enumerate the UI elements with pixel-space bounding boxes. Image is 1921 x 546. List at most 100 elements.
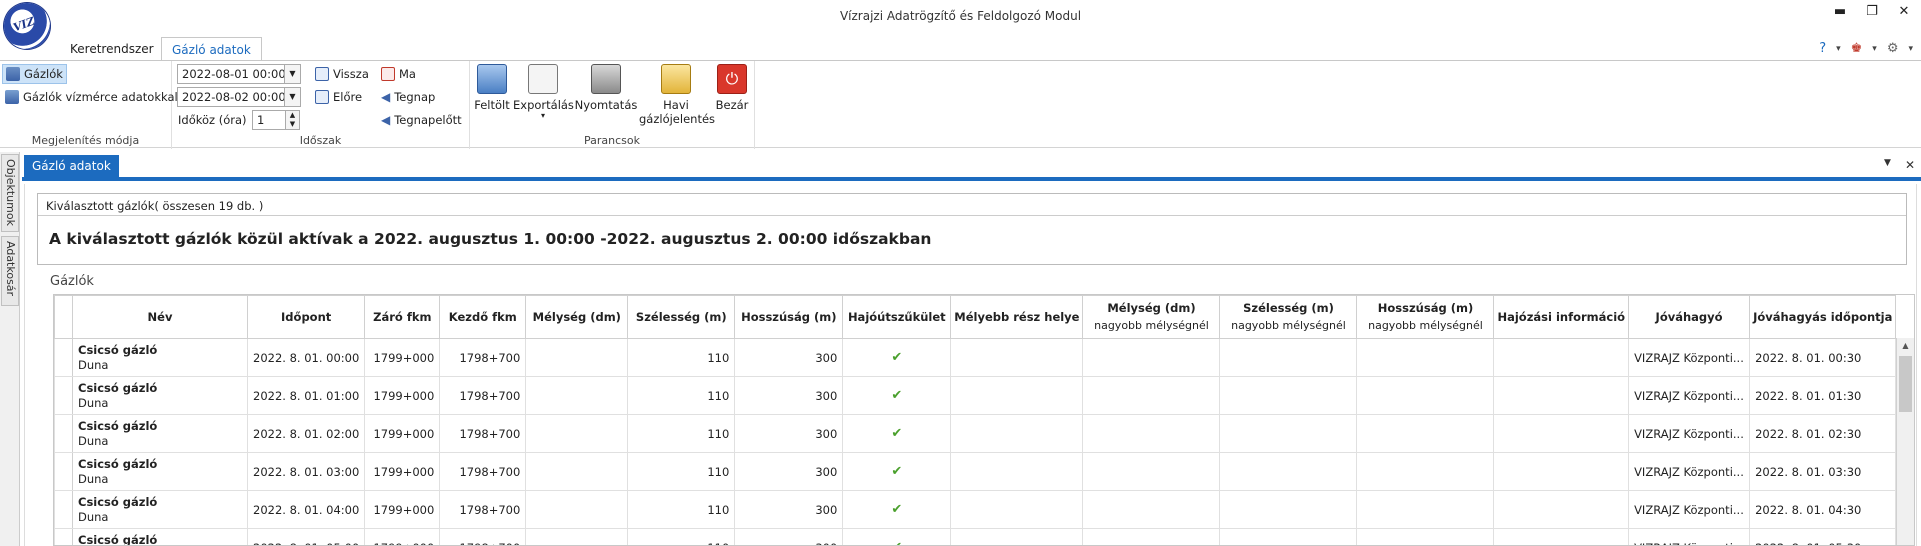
table-row[interactable]: Csicsó gázló Duna 2022. 8. 01. 00:00 1799+0… bbox=[54, 338, 1897, 377]
checkmark-icon: ✔ bbox=[891, 350, 903, 365]
tab-gazlo-adatok[interactable]: Gázló adatok bbox=[161, 37, 262, 61]
document-menu-icon[interactable]: ▼ bbox=[1884, 158, 1891, 172]
app-logo-icon: VIZ bbox=[4, 3, 50, 49]
ribbon: Gázlók Gázlók vízmérce adatokkal Megjele… bbox=[0, 60, 1921, 149]
export-button[interactable]: Exportálás ▾ bbox=[513, 64, 574, 120]
gazlok-button[interactable]: Gázlók bbox=[2, 64, 67, 84]
chevron-down-icon[interactable]: ▼ bbox=[284, 65, 300, 83]
day-before-yesterday-button[interactable]: ◀ Tegnapelőtt bbox=[378, 110, 465, 130]
close-module-button[interactable]: ⏻ Bezár bbox=[713, 64, 751, 112]
group-periods: 2022-08-01 00:00 ▼ 2022-08-02 00:00 ▼ Id… bbox=[172, 61, 470, 149]
table-row[interactable]: Csicsó gázló Duna 2022. 8. 01. 01:00 1799+0… bbox=[54, 376, 1897, 415]
cell-szelesseg: 110 bbox=[627, 414, 736, 453]
date-from-picker[interactable]: 2022-08-01 00:00 ▼ bbox=[177, 64, 301, 84]
date-to-picker[interactable]: 2022-08-02 00:00 ▼ bbox=[177, 87, 301, 107]
column-header[interactable]: Hajóútszűkület bbox=[842, 295, 952, 339]
cell-melyseg-nagyobb bbox=[1082, 528, 1221, 545]
side-tab-adatkosar[interactable]: Adatkosár bbox=[1, 236, 19, 306]
selection-heading: A kiválasztott gázlók közül aktívak a 20… bbox=[49, 230, 932, 248]
scrollbar-thumb[interactable] bbox=[1899, 356, 1912, 412]
stepper-arrows-icon[interactable]: ▲ ▼ bbox=[285, 111, 299, 129]
cell-melyebb-resz bbox=[950, 452, 1084, 491]
column-header[interactable]: Hosszúság (m) bbox=[734, 295, 844, 339]
arrow-right-icon bbox=[315, 90, 329, 104]
cell-szelesseg-nagyobb bbox=[1219, 338, 1358, 377]
column-header[interactable]: Kezdő fkm bbox=[439, 295, 527, 339]
close-document-icon[interactable]: ✕ bbox=[1905, 158, 1915, 172]
selection-caption: Kiválasztott gázlók( összesen 19 db. ) bbox=[38, 194, 1906, 216]
cell-kezdo-fkm: 1798+700 bbox=[439, 414, 527, 453]
column-header[interactable]: Hosszúság (m) nagyobb mélységnél bbox=[1356, 295, 1495, 339]
yesterday-button[interactable]: ◀ Tegnap bbox=[378, 87, 438, 107]
column-header[interactable]: Mélység (dm) bbox=[525, 295, 629, 339]
column-header[interactable]: Hajózási információ bbox=[1493, 295, 1630, 339]
monthly-report-button[interactable]: Havi gázlójelentés bbox=[639, 64, 715, 126]
cell-kezdo-fkm: 1798+700 bbox=[439, 338, 527, 377]
today-button[interactable]: Ma bbox=[378, 64, 419, 84]
back-button[interactable]: Vissza bbox=[312, 64, 372, 84]
gazlo-grid[interactable]: Név Időpont Záró fkm Kezdő fkm Mélység (… bbox=[53, 294, 1915, 546]
document-export-icon bbox=[528, 64, 558, 94]
column-header[interactable]: Szélesség (m) nagyobb mélységnél bbox=[1219, 295, 1358, 339]
cell-jovahagyo: VIZRAJZ Központi... bbox=[1628, 528, 1751, 545]
close-window-icon[interactable]: ✕ bbox=[1895, 4, 1913, 19]
export-dropdown-icon[interactable]: ▾ bbox=[513, 112, 573, 120]
group-label-periods: Időszak bbox=[299, 134, 342, 147]
cell-hosszusag-nagyobb bbox=[1356, 452, 1495, 491]
minimize-icon[interactable]: ▬ bbox=[1831, 4, 1849, 19]
row-indicator[interactable] bbox=[54, 338, 73, 377]
cell-hajozasi-info bbox=[1493, 376, 1630, 415]
column-header[interactable]: Szélesség (m) bbox=[627, 295, 736, 339]
row-indicator[interactable] bbox=[54, 528, 73, 545]
cell-zaro-fkm: 1799+000 bbox=[364, 376, 441, 415]
user-icon[interactable]: ♚ bbox=[1851, 41, 1863, 56]
upload-button[interactable]: Feltölt bbox=[473, 64, 511, 112]
column-header[interactable]: Mélység (dm) nagyobb mélységnél bbox=[1082, 295, 1221, 339]
cell-jovahagyas-idopont: 2022. 8. 01. 05:30 bbox=[1749, 528, 1897, 545]
column-header[interactable]: Záró fkm bbox=[364, 295, 441, 339]
help-dropdown-icon[interactable]: ▾ bbox=[1836, 41, 1841, 56]
cell-melyseg-nagyobb bbox=[1082, 338, 1221, 377]
window-title: Vízrajzi Adatrögzítő és Feldolgozó Modul bbox=[839, 9, 1082, 23]
chevron-down-icon[interactable]: ▼ bbox=[284, 88, 300, 106]
cell-time: 2022. 8. 01. 02:00 bbox=[246, 414, 366, 453]
document-tab-bar bbox=[22, 177, 1921, 181]
tab-keretrendszer[interactable]: Keretrendszer bbox=[60, 37, 164, 61]
column-header[interactable]: Jóváhagyás időpontja bbox=[1749, 295, 1897, 339]
table-row[interactable]: Csicsó gázló Duna 2022. 8. 01. 04:00 1799+0… bbox=[54, 490, 1897, 529]
group-label-commands: Parancsok bbox=[584, 134, 640, 147]
document-tab-gazlo-adatok[interactable]: Gázló adatok bbox=[24, 155, 119, 177]
restore-icon[interactable]: ❐ bbox=[1863, 4, 1881, 19]
column-header[interactable]: Név bbox=[72, 295, 248, 339]
table-row[interactable]: Csicsó gázlóDuna2022. 8. 01. 05:001799+0… bbox=[54, 528, 1897, 545]
row-indicator[interactable] bbox=[54, 490, 73, 529]
gear-icon[interactable]: ⚙ bbox=[1887, 41, 1899, 56]
settings-dropdown-icon[interactable]: ▾ bbox=[1908, 41, 1913, 56]
column-header[interactable]: Mélyebb rész helye bbox=[950, 295, 1084, 339]
cell-zaro-fkm: 1799+000 bbox=[364, 490, 441, 529]
table-row[interactable]: Csicsó gázló Duna 2022. 8. 01. 02:00 1799+0… bbox=[54, 414, 1897, 453]
interval-stepper[interactable]: 1 ▲ ▼ bbox=[252, 110, 300, 130]
group-display-mode: Gázlók Gázlók vízmérce adatokkal Megjele… bbox=[0, 61, 178, 149]
gazlok-vizmerce-button[interactable]: Gázlók vízmérce adatokkal bbox=[2, 87, 181, 107]
forward-button[interactable]: Előre bbox=[312, 87, 365, 107]
print-button[interactable]: Nyomtatás bbox=[573, 64, 639, 112]
table-row[interactable]: Csicsó gázló Duna 2022. 8. 01. 03:00 1799+0… bbox=[54, 452, 1897, 491]
column-header[interactable]: Jóváhagyó bbox=[1628, 295, 1751, 339]
cell-jovahagyas-idopont: 2022. 8. 01. 00:30 bbox=[1749, 338, 1897, 377]
vertical-scrollbar[interactable]: ▲ bbox=[1896, 338, 1914, 545]
row-indicator[interactable] bbox=[54, 414, 73, 453]
row-indicator[interactable] bbox=[54, 452, 73, 491]
cell-hosszusag-nagyobb bbox=[1356, 490, 1495, 529]
help-icon[interactable]: ? bbox=[1819, 41, 1826, 56]
user-dropdown-icon[interactable]: ▾ bbox=[1872, 41, 1877, 56]
window-controls: ▬ ❐ ✕ bbox=[1831, 4, 1913, 19]
cell-szelesseg: 110 bbox=[627, 490, 736, 529]
scroll-up-icon[interactable]: ▲ bbox=[1897, 338, 1914, 354]
cell-zaro-fkm: 1799+000 bbox=[364, 414, 441, 453]
row-indicator[interactable] bbox=[54, 376, 73, 415]
side-tab-objektumok[interactable]: Objektumok bbox=[1, 154, 19, 232]
column-header[interactable]: Időpont bbox=[246, 295, 366, 339]
cell-melyebb-resz bbox=[950, 490, 1084, 529]
cell-kezdo-fkm: 1798+700 bbox=[439, 452, 527, 491]
